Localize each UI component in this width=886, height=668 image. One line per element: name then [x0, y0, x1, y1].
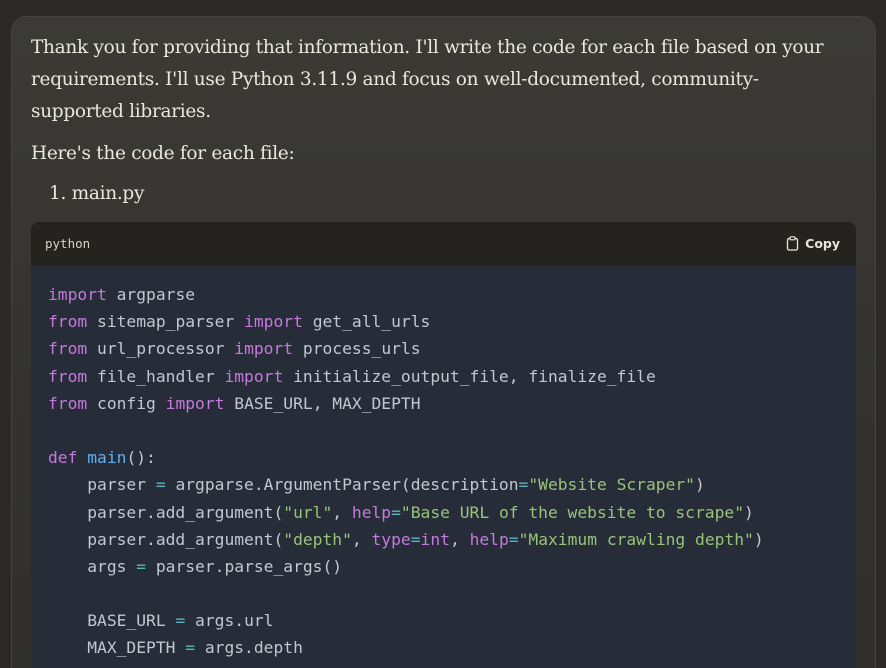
code-token: =: [175, 611, 186, 631]
chat-frame: Thank you for providing that information…: [0, 0, 886, 668]
code-line: from sitemap_parser import get_all_urls: [48, 308, 839, 335]
code-line: parser.add_argument("depth", type=int, h…: [48, 526, 839, 553]
code-token: import: [234, 339, 294, 359]
code-token: =: [136, 556, 147, 576]
code-token: type: [371, 529, 411, 549]
code-line: from file_handler import initialize_outp…: [48, 363, 839, 390]
code-token: def: [48, 448, 78, 468]
code-token: MAX_DEPTH: [48, 638, 186, 658]
code-token: args: [48, 556, 137, 576]
code-token: argparse: [106, 285, 196, 304]
assistant-message-text: Thank you for providing that information…: [31, 32, 831, 210]
code-token: "Base URL of the website to scrape": [400, 502, 744, 522]
code-intro-paragraph: Here's the code for each file:: [31, 143, 295, 164]
code-line: MAX_DEPTH = args.depth: [48, 634, 839, 661]
code-token: parser.parse_args(): [146, 556, 343, 576]
code-token: ,: [449, 529, 470, 549]
code-token: BASE_URL, MAX_DEPTH: [224, 393, 421, 413]
intro-line-2: requirements. I'll use Python 3.11.9 and…: [31, 69, 759, 90]
code-line: from url_processor import process_urls: [48, 335, 839, 362]
code-token: ,: [332, 502, 352, 522]
code-line: args = parser.parse_args(): [48, 553, 839, 580]
code-block: python Copy import argparse from sitemap_…: [31, 222, 856, 668]
code-token: "depth": [283, 529, 352, 549]
code-token: initialize_output_file, finalize_file: [283, 366, 656, 386]
code-line: BASE_URL = args.url: [48, 607, 839, 634]
code-token: BASE_URL: [48, 611, 176, 631]
code-token: from: [48, 312, 88, 332]
code-token: "url": [283, 502, 333, 522]
copy-label: Copy: [805, 236, 840, 251]
code-token: args.depth: [195, 638, 303, 658]
code-token: "Website Scraper": [528, 475, 695, 495]
code-token: import: [244, 312, 303, 332]
code-token: config: [87, 393, 166, 413]
code-line: from config import BASE_URL, MAX_DEPTH: [48, 390, 839, 417]
code-token: process_urls: [293, 339, 421, 359]
code-line: def main():: [48, 444, 839, 471]
file-list-item: 1. main.py: [49, 183, 145, 204]
code-token: main: [87, 448, 127, 468]
code-token: args.url: [185, 611, 274, 631]
code-token: =: [185, 638, 196, 658]
code-line: parser.add_argument("url", help="Base UR…: [48, 499, 839, 526]
code-token: import: [48, 285, 107, 304]
code-token: argparse.ArgumentParser(description: [165, 475, 519, 495]
clipboard-icon: [786, 236, 799, 251]
code-token: from: [48, 339, 88, 359]
code-body: import argparse from sitemap_parser impor…: [31, 265, 856, 668]
intro-paragraph: Thank you for providing that information…: [31, 32, 831, 128]
intro-line-1: Thank you for providing that information…: [31, 37, 824, 58]
code-language-label: python: [45, 236, 91, 251]
code-token: =: [391, 502, 401, 522]
code-token: import: [165, 393, 225, 413]
code-token: file_handler: [87, 366, 225, 386]
intro-line-3: supported libraries.: [31, 101, 211, 122]
code-token: help: [351, 502, 392, 522]
code-token: ():: [126, 448, 156, 468]
code-token: parser.add_argument(: [48, 529, 284, 549]
code-token: import: [224, 366, 284, 386]
code-token: ): [744, 502, 754, 522]
code-token: =: [518, 475, 529, 495]
code-token: help: [469, 529, 509, 549]
code-token: parser.add_argument(: [48, 502, 284, 522]
code-block-header: python Copy: [31, 222, 856, 265]
code-token: "Maximum crawling depth": [518, 529, 754, 549]
code-token: =: [410, 529, 421, 549]
copy-button[interactable]: Copy: [786, 236, 840, 251]
code-token: ,: [351, 529, 372, 549]
code-token: url_processor: [87, 339, 235, 359]
code-line: parser = argparse.ArgumentParser(descrip…: [48, 471, 839, 498]
code-line: import argparse: [48, 281, 839, 308]
code-token: int: [420, 529, 450, 549]
code-token: =: [508, 529, 519, 549]
code-token: sitemap_parser: [87, 312, 245, 332]
code-token: parser: [48, 475, 156, 495]
code-token: from: [48, 393, 88, 413]
code-token: ): [694, 475, 705, 495]
code-token: from: [48, 366, 88, 386]
code-token: =: [155, 475, 166, 495]
code-token: get_all_urls: [302, 312, 431, 332]
code-token: ): [753, 529, 764, 549]
